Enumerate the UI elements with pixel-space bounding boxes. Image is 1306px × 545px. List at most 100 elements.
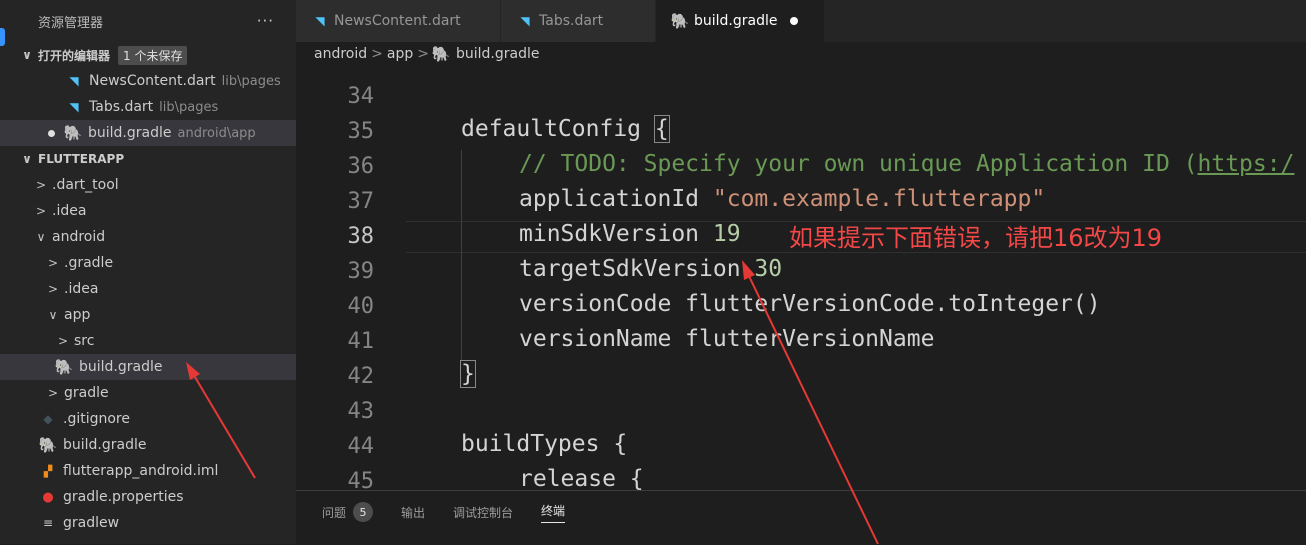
line-number: 45 (347, 469, 375, 490)
open-editor-name: NewsContent.dart (89, 73, 216, 89)
code-number: 19 (712, 221, 741, 247)
tree-file-iml[interactable]: ▞ flutterapp_android.iml (0, 458, 296, 484)
tree-label: gradle.properties (63, 489, 184, 505)
tree-label: app (64, 307, 91, 323)
tab-label: NewsContent.dart (334, 13, 461, 29)
properties-icon: ● (42, 489, 54, 505)
chevron-down-icon: ∨ (48, 308, 58, 322)
line-number-current: 38 (347, 224, 375, 249)
tree-folder-android-idea[interactable]: > .idea (0, 276, 296, 302)
open-editors-label: 打开的编辑器 (38, 48, 111, 63)
more-actions-icon[interactable]: ··· (257, 12, 274, 30)
gradle-icon: 🐘 (670, 12, 690, 30)
tree-folder-app[interactable]: ∨ app (0, 302, 296, 328)
code-comment: // TODO: Specify your own unique Applica… (519, 151, 1198, 177)
code-token: defaultConfig (461, 116, 655, 142)
code-string: "com.example.flutterapp" (712, 186, 1046, 212)
project-title: FLUTTERAPP (38, 152, 125, 166)
tab-terminal[interactable]: 终端 (541, 502, 566, 523)
explorer-sidebar: 资源管理器 ··· ∨ 打开的编辑器 1 个未保存 ◥ NewsContent.… (0, 0, 296, 544)
code-line: buildTypes { (461, 431, 628, 457)
open-editor-path: lib\pages (159, 99, 219, 115)
editor-tabs: ◥ NewsContent.dart ◥ Tabs.dart 🐘 build.g… (296, 0, 1306, 42)
tree-file-build-gradle[interactable]: 🐘 build.gradle (0, 432, 296, 458)
tab-problems[interactable]: 问题 5 (322, 502, 374, 522)
breadcrumb-item[interactable]: build.gradle (456, 46, 540, 62)
line-number: 40 (347, 294, 375, 319)
tree-file-gitignore[interactable]: ◆ .gitignore (0, 406, 296, 432)
dart-icon: ◥ (69, 100, 79, 114)
line-number: 34 (347, 84, 375, 109)
open-editors-section[interactable]: ∨ 打开的编辑器 1 个未保存 (0, 42, 296, 68)
tree-file-gradlew[interactable]: ≡ gradlew (0, 510, 296, 536)
tree-folder-gradle-hidden[interactable]: > .gradle (0, 250, 296, 276)
tab-tabs-dart[interactable]: ◥ Tabs.dart (501, 0, 656, 42)
chevron-down-icon: ∨ (22, 152, 32, 166)
problems-count-badge: 5 (353, 502, 374, 522)
tree-folder-gradle[interactable]: > gradle (0, 380, 296, 406)
tree-label: .dart_tool (52, 177, 119, 193)
code-line: minSdkVersion 19 (519, 221, 741, 247)
chevron-right-icon: > (57, 334, 69, 348)
open-editor-name: Tabs.dart (89, 99, 154, 115)
line-number: 44 (347, 434, 375, 459)
code-token: targetSdkVersion (519, 256, 755, 282)
unsaved-dot-icon[interactable] (48, 129, 55, 137)
breadcrumb: android > app > 🐘 build.gradle (296, 42, 1306, 66)
tree-folder-android[interactable]: ∨ android (0, 224, 296, 250)
breadcrumb-separator: > (417, 46, 429, 62)
breadcrumb-separator: > (371, 46, 383, 62)
code-token: minSdkVersion (519, 221, 713, 247)
panel-tab-label: 终端 (541, 503, 566, 518)
tab-build-gradle[interactable]: 🐘 build.gradle (656, 0, 825, 42)
breadcrumb-item[interactable]: app (387, 46, 413, 62)
code-line: // TODO: Specify your own unique Applica… (519, 151, 1294, 177)
open-editor-path: android\app (177, 125, 256, 141)
tree-file-app-build-gradle[interactable]: 🐘 build.gradle (0, 354, 296, 380)
chevron-right-icon: > (35, 178, 47, 192)
tree-label: src (74, 333, 95, 349)
tree-label: .idea (52, 203, 87, 219)
gradle-icon: 🐘 (431, 45, 451, 63)
code-editor[interactable]: 34 35 36 37 38 39 40 41 42 43 44 45 defa… (296, 66, 1306, 490)
code-line: versionName flutterVersionName (519, 326, 935, 352)
chevron-down-icon: ∨ (36, 230, 46, 244)
gradle-icon: 🐘 (63, 124, 83, 142)
tab-newscontent[interactable]: ◥ NewsContent.dart (296, 0, 501, 42)
explorer-title: 资源管理器 (38, 15, 104, 31)
explorer-header: 资源管理器 ··· (0, 0, 296, 42)
panel-tabs: 问题 5 输出 调试控制台 终端 (296, 491, 1306, 533)
tree-folder-src[interactable]: > src (0, 328, 296, 354)
tree-file-gradle-properties[interactable]: ● gradle.properties (0, 484, 296, 510)
code-line: targetSdkVersion 30 (519, 256, 782, 282)
unsaved-badge: 1 个未保存 (118, 45, 188, 65)
code-number: 30 (754, 256, 783, 282)
open-editor-name: build.gradle (88, 125, 172, 141)
tree-label: build.gradle (79, 359, 163, 375)
dart-icon: ◥ (520, 14, 530, 28)
code-link[interactable]: https:/ (1198, 151, 1295, 177)
open-editor-item[interactable]: 🐘 build.gradle android\app (0, 120, 296, 146)
unsaved-dot-icon[interactable] (789, 17, 798, 25)
tree-label: .gradle (64, 255, 114, 271)
tree-label: build.gradle (63, 437, 147, 453)
open-editor-item[interactable]: ◥ NewsContent.dart lib\pages (0, 68, 296, 94)
tab-debug-console[interactable]: 调试控制台 (453, 504, 513, 521)
chevron-right-icon: > (47, 386, 59, 400)
git-icon: ◆ (43, 412, 53, 426)
tab-output[interactable]: 输出 (401, 504, 425, 521)
line-number: 43 (347, 399, 375, 424)
project-section[interactable]: ∨ FLUTTERAPP (0, 146, 296, 172)
tree-folder-idea[interactable]: > .idea (0, 198, 296, 224)
chevron-right-icon: > (47, 256, 59, 270)
tree-label: flutterapp_android.iml (63, 463, 219, 479)
breadcrumb-item[interactable]: android (314, 46, 367, 62)
code-line: release { (519, 466, 644, 490)
tree-folder-dart-tool[interactable]: > .dart_tool (0, 172, 296, 198)
tab-label: Tabs.dart (539, 13, 604, 29)
bottom-panel: 问题 5 输出 调试控制台 终端 (296, 490, 1306, 545)
open-editor-item[interactable]: ◥ Tabs.dart lib\pages (0, 94, 296, 120)
line-number: 35 (347, 119, 375, 144)
line-number: 41 (347, 329, 375, 354)
code-token: applicationId (519, 186, 713, 212)
